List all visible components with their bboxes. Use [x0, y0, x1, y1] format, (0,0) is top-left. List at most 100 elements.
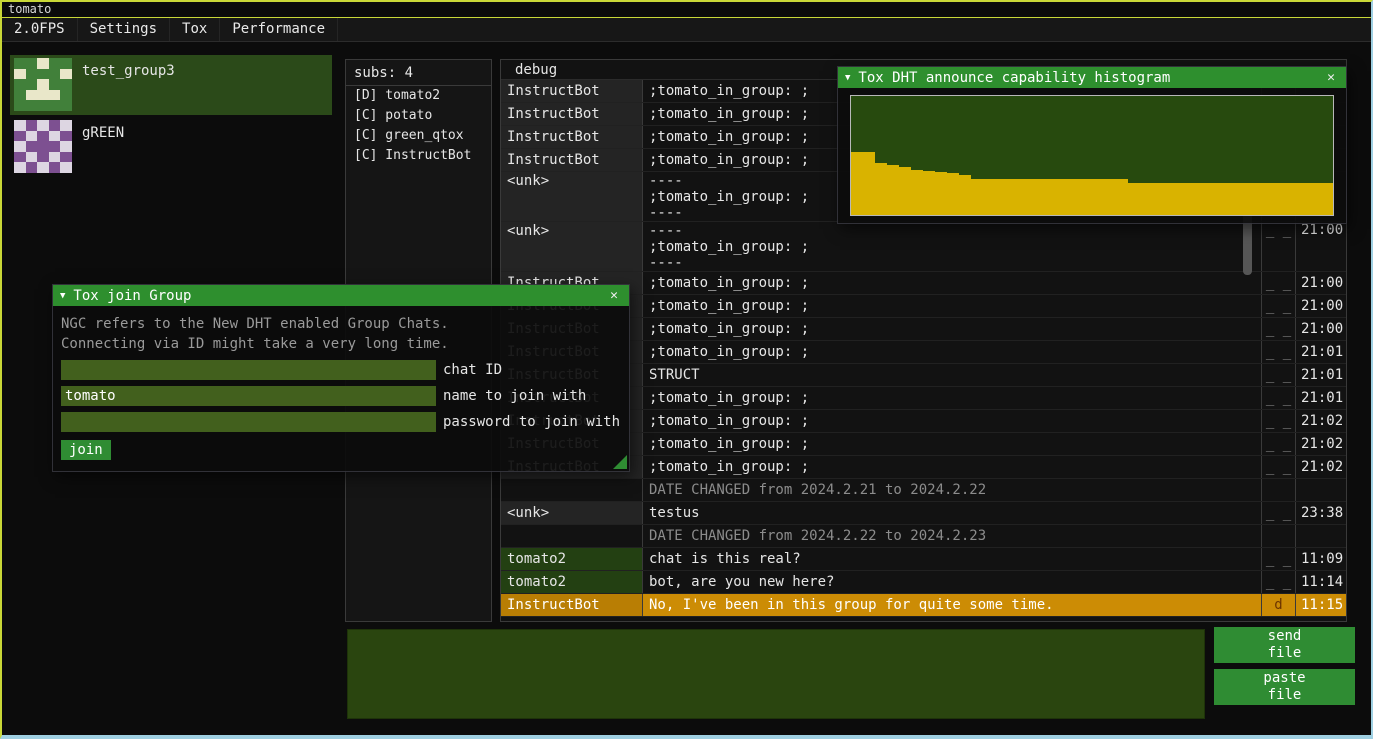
- flags-cell: _ _: [1262, 364, 1296, 386]
- histogram-bar: [1056, 179, 1068, 215]
- name-cell: InstructBot: [501, 126, 643, 148]
- histogram-bar: [1068, 179, 1080, 215]
- histogram-bar: [1152, 183, 1164, 215]
- subs-list-item[interactable]: [D] tomato2: [346, 86, 491, 106]
- time-cell: 21:02: [1296, 456, 1346, 478]
- chat-row-date-separator: DATE CHANGED from 2024.2.21 to 2024.2.22: [501, 479, 1346, 502]
- group-avatar: [14, 120, 72, 173]
- join-name-input[interactable]: [61, 386, 436, 406]
- chat-row[interactable]: <unk>testus_ _23:38: [501, 502, 1346, 525]
- histogram-bar: [1164, 183, 1176, 215]
- chat-row[interactable]: InstructBotNo, I've been in this group f…: [501, 594, 1346, 617]
- send-file-button[interactable]: send file: [1214, 627, 1355, 663]
- message-cell: ;tomato_in_group: ;: [643, 433, 1262, 455]
- histogram-bar: [1261, 183, 1273, 215]
- histogram-bar: [923, 171, 935, 215]
- group-name: gREEN: [82, 125, 124, 141]
- join-info-text: NGC refers to the New DHT enabled Group …: [61, 314, 621, 334]
- flags-cell: _ _: [1262, 341, 1296, 363]
- histogram-bar: [1020, 179, 1032, 215]
- chat-row-date-separator: DATE CHANGED from 2024.2.22 to 2024.2.23: [501, 525, 1346, 548]
- input-label: password to join with: [443, 414, 620, 430]
- join-window-titlebar[interactable]: ▼ Tox join Group ✕: [53, 285, 629, 306]
- histogram-bar: [1080, 179, 1092, 215]
- join-field-row: password to join with: [61, 412, 621, 432]
- join-password-input[interactable]: [61, 412, 436, 432]
- message-cell: bot, are you new here?: [643, 571, 1262, 593]
- message-input[interactable]: [347, 629, 1205, 719]
- chat-row[interactable]: <unk>---- ;tomato_in_group: ; ----_ _21:…: [501, 222, 1346, 272]
- histogram-bar: [1092, 179, 1104, 215]
- histogram-bar: [1008, 179, 1020, 215]
- histogram-bar: [1212, 183, 1224, 215]
- input-label: chat ID: [443, 362, 502, 378]
- time-cell: [1296, 525, 1346, 547]
- collapse-icon[interactable]: ▼: [845, 73, 850, 83]
- title-bar[interactable]: tomato: [2, 2, 1371, 18]
- histogram-bar: [1285, 183, 1297, 215]
- subs-list: [D] tomato2[C] potato[C] green_qtox[C] I…: [346, 86, 491, 166]
- message-cell: ;tomato_in_group: ;: [643, 318, 1262, 340]
- time-cell: 21:00: [1296, 295, 1346, 317]
- time-cell: 11:15: [1296, 594, 1346, 616]
- resize-grip[interactable]: [613, 455, 627, 469]
- histogram-bar: [1273, 183, 1285, 215]
- group-item-gREEN[interactable]: gREEN: [10, 117, 332, 177]
- time-cell: 21:00: [1296, 272, 1346, 294]
- join-button[interactable]: join: [61, 440, 111, 460]
- histogram-bar: [959, 175, 971, 215]
- histogram-bar: [911, 170, 923, 215]
- flags-cell: [1262, 479, 1296, 501]
- chat-row[interactable]: tomato2chat is this real?_ _11:09: [501, 548, 1346, 571]
- histogram-bar: [851, 152, 863, 215]
- message-cell: ;tomato_in_group: ;: [643, 387, 1262, 409]
- menu-item-performance[interactable]: Performance: [220, 18, 338, 41]
- app-window: tomato 2.0FPS SettingsToxPerformance tes…: [0, 0, 1373, 739]
- message-cell: ;tomato_in_group: ;: [643, 456, 1262, 478]
- collapse-icon[interactable]: ▼: [60, 291, 65, 301]
- fps-counter: 2.0FPS: [2, 18, 78, 41]
- time-cell: 21:00: [1296, 222, 1346, 271]
- flags-cell: _ _: [1262, 295, 1296, 317]
- subs-list-item[interactable]: [C] potato: [346, 106, 491, 126]
- histogram-bar: [984, 179, 996, 215]
- histogram-bar: [887, 165, 899, 215]
- subs-list-item[interactable]: [C] InstructBot: [346, 146, 491, 166]
- histogram-bar: [935, 172, 947, 215]
- flags-cell: [1262, 525, 1296, 547]
- name-cell: InstructBot: [501, 80, 643, 102]
- message-cell: chat is this real?: [643, 548, 1262, 570]
- subs-list-item[interactable]: [C] green_qtox: [346, 126, 491, 146]
- chat-id-input[interactable]: [61, 360, 436, 380]
- group-item-test_group3[interactable]: test_group3: [10, 55, 332, 115]
- name-cell: <unk>: [501, 502, 643, 524]
- histogram-window-titlebar[interactable]: ▼ Tox DHT announce capability histogram …: [838, 67, 1346, 88]
- join-info-text: Connecting via ID might take a very long…: [61, 334, 621, 354]
- join-field-row: name to join with: [61, 386, 621, 406]
- close-icon[interactable]: ✕: [606, 288, 622, 303]
- histogram-bar: [1188, 183, 1200, 215]
- time-cell: 11:14: [1296, 571, 1346, 593]
- group-list: test_group3 gREEN: [10, 55, 332, 179]
- message-cell: ;tomato_in_group: ;: [643, 272, 1262, 294]
- histogram-bar: [1104, 179, 1116, 215]
- message-cell: DATE CHANGED from 2024.2.22 to 2024.2.23: [643, 525, 1262, 547]
- time-cell: 21:01: [1296, 364, 1346, 386]
- input-label: name to join with: [443, 388, 586, 404]
- flags-cell: _ _: [1262, 272, 1296, 294]
- menu-item-settings[interactable]: Settings: [78, 18, 170, 41]
- time-cell: 21:01: [1296, 341, 1346, 363]
- name-cell: <unk>: [501, 172, 643, 221]
- menu-item-tox[interactable]: Tox: [170, 18, 220, 41]
- name-cell: [501, 525, 643, 547]
- paste-file-button[interactable]: paste file: [1214, 669, 1355, 705]
- time-cell: 11:09: [1296, 548, 1346, 570]
- histogram-bar: [1116, 179, 1128, 215]
- name-cell: InstructBot: [501, 594, 643, 616]
- close-icon[interactable]: ✕: [1323, 70, 1339, 85]
- chat-row[interactable]: tomato2bot, are you new here?_ _11:14: [501, 571, 1346, 594]
- histogram-bar: [1309, 183, 1321, 215]
- flags-cell: _ _: [1262, 548, 1296, 570]
- histogram-bar: [1237, 183, 1249, 215]
- histogram-bar: [1297, 183, 1309, 215]
